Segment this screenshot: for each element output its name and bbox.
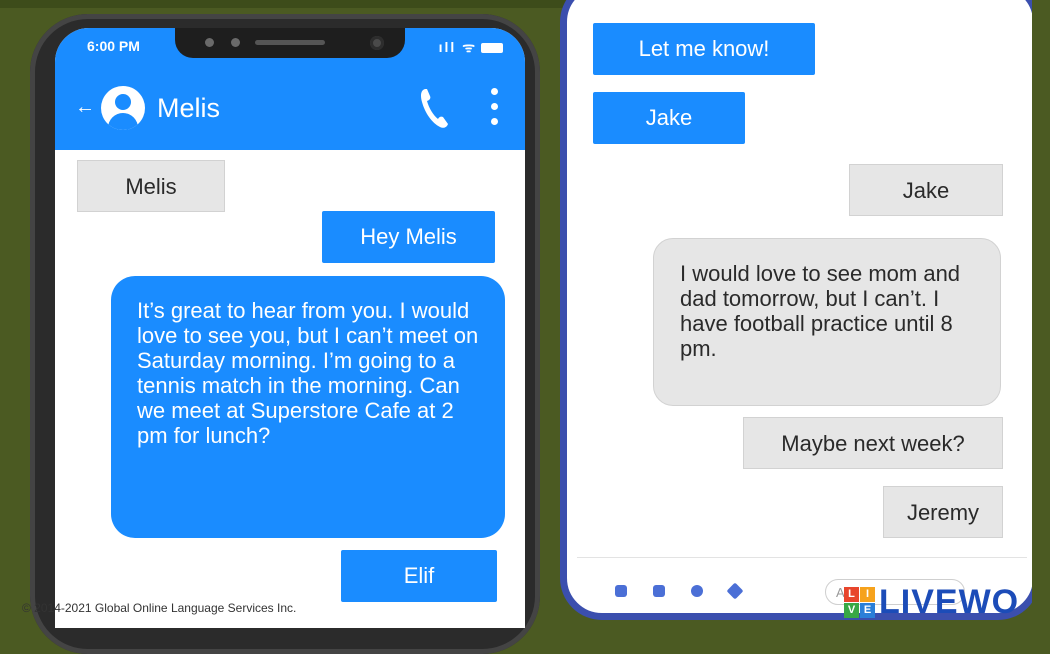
logo-tile: E — [860, 602, 875, 618]
logo-tile: L — [844, 586, 859, 602]
message-bubble-sent: It’s great to hear from you. I would lov… — [111, 276, 505, 538]
livewo-logo: L I V E LIVEWO — [844, 583, 1020, 621]
sensor-dot — [231, 38, 240, 47]
message-bubble-received: Melis — [77, 160, 225, 212]
message-bubble-sent: Elif — [341, 550, 497, 602]
right-band — [1032, 0, 1050, 621]
message-bubble-sent: Jake — [593, 92, 745, 144]
add-icon[interactable] — [615, 585, 627, 597]
message-bubble-received: Jeremy — [883, 486, 1003, 538]
camera-lens — [370, 36, 384, 50]
status-bar: 6:00 PM ıll ᯤ — [55, 28, 525, 68]
contact-avatar-icon[interactable] — [101, 86, 145, 130]
right-phone-screen: Let me know! Jake Jake I would love to s… — [567, 0, 1033, 613]
contact-name[interactable]: Melis — [157, 93, 220, 124]
signal-wifi-icon: ıll ᯤ — [439, 38, 503, 57]
camera-icon[interactable] — [691, 585, 703, 597]
more-options-icon[interactable] — [491, 88, 499, 133]
logo-tiles: L I V E — [844, 586, 875, 618]
chat-header: ← Melis — [55, 68, 525, 150]
message-bubble-received: Jake — [849, 164, 1003, 216]
speaker-grille — [255, 40, 325, 45]
message-bubble-received: Maybe next week? — [743, 417, 1003, 469]
message-bubble-received: I would love to see mom and dad tomorrow… — [653, 238, 1001, 406]
logo-tile: I — [860, 586, 875, 602]
sensor-dot — [205, 38, 214, 47]
logo-tile: V — [844, 602, 859, 618]
phone-call-icon[interactable] — [419, 86, 449, 130]
back-arrow-icon[interactable]: ← — [75, 96, 95, 119]
right-phone-frame: Let me know! Jake Jake I would love to s… — [560, 0, 1040, 620]
composer-divider — [577, 557, 1027, 558]
gallery-icon[interactable] — [653, 585, 665, 597]
logo-wordmark: LIVEWO — [879, 583, 1020, 621]
status-time: 6:00 PM — [87, 38, 140, 54]
message-bubble-sent: Hey Melis — [322, 211, 495, 263]
phone-notch — [175, 28, 405, 58]
left-phone-screen: 6:00 PM ıll ᯤ ← Melis Melis Hey Melis It… — [55, 28, 525, 628]
copyright-text: © 2014-2021 Global Online Language Servi… — [22, 601, 297, 615]
heart-icon[interactable] — [726, 582, 744, 600]
battery-icon — [481, 43, 503, 54]
message-bubble-sent: Let me know! — [593, 23, 815, 75]
